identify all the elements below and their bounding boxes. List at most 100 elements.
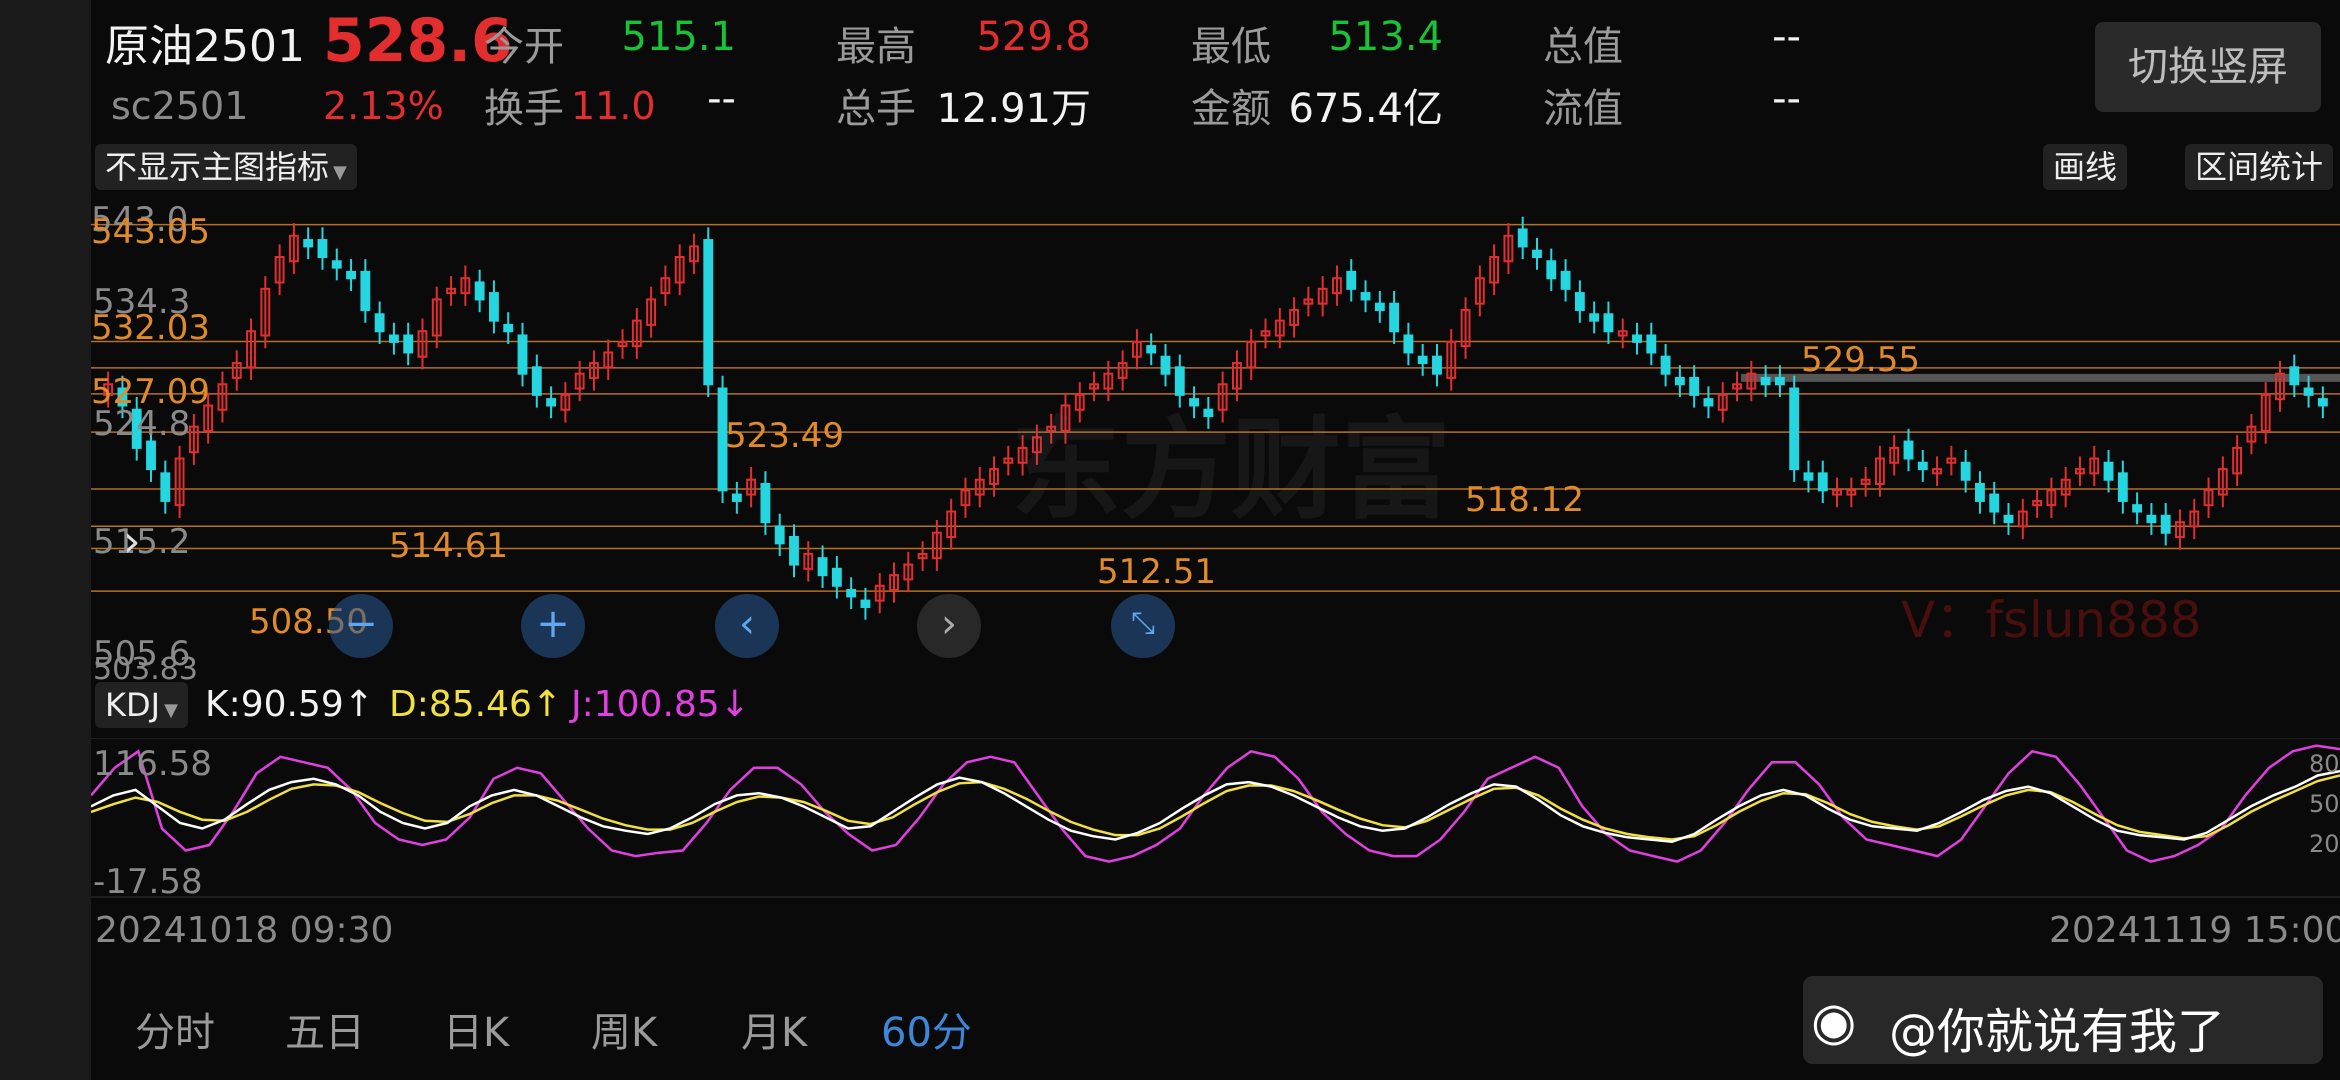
price-label-6: 524.8 xyxy=(93,404,191,444)
period-tab[interactable]: 五日 xyxy=(285,1000,365,1058)
stat-label: 总值 xyxy=(1543,24,1623,70)
kdj-chart[interactable] xyxy=(91,738,2340,898)
candle-body xyxy=(1632,334,1642,343)
candle-body xyxy=(2289,366,2300,386)
stat-label: 流值 xyxy=(1543,86,1623,132)
candle-body xyxy=(1760,376,1771,386)
stat-value: 515.1 xyxy=(621,14,736,60)
candle-body xyxy=(517,334,528,375)
candle-body xyxy=(1146,345,1157,354)
expand-chevron-icon[interactable]: › xyxy=(123,516,141,567)
range-stats-button[interactable]: 区间统计 xyxy=(2185,144,2334,190)
stat-value: 529.8 xyxy=(976,14,1091,60)
candle-body xyxy=(1817,472,1828,492)
candle-body xyxy=(303,239,314,248)
candle-body xyxy=(1403,334,1414,354)
candle-body xyxy=(2317,398,2328,407)
weibo-logo-icon: ◉ xyxy=(1811,992,1857,1052)
candle-body xyxy=(831,567,842,587)
candle-body xyxy=(731,493,742,502)
draw-line-button[interactable]: 画线 xyxy=(2043,144,2128,190)
kdj-d-line xyxy=(91,774,2340,841)
zoom-in-icon[interactable]: + xyxy=(521,594,585,658)
candle-body xyxy=(1603,313,1614,333)
scroll-right-icon[interactable]: › xyxy=(917,594,981,658)
candle-body xyxy=(774,525,785,545)
stat-label: 换手 xyxy=(484,86,564,132)
stat-value: -- xyxy=(1772,14,1801,60)
candle-body xyxy=(2103,461,2114,481)
candle-body xyxy=(1789,387,1800,471)
candle-body xyxy=(374,313,385,333)
candle-body xyxy=(546,398,557,407)
indicator-select-label: 不显示主图指标 xyxy=(105,148,330,186)
candle-body xyxy=(1646,334,1657,354)
collapse-icon[interactable]: ⤡ xyxy=(1111,594,1175,658)
kdj-select-label: KDJ xyxy=(105,686,161,724)
candle-body xyxy=(1989,493,2000,513)
candle-body xyxy=(489,292,499,322)
weibo-handle: @你就说有我了 xyxy=(1889,1004,2226,1060)
stat-label: 最高 xyxy=(836,24,916,70)
stat-value: 12.91万 xyxy=(936,86,1091,132)
kdj-select[interactable]: KDJ ▼ xyxy=(95,682,188,728)
main-panel: 原油2501 528.6 sc2501 2.13% 11.0 今开 515.1 最高… xyxy=(91,0,2340,1080)
candle-body xyxy=(317,239,328,259)
candle-body xyxy=(2117,472,2128,502)
brand-watermark: 东方财富 xyxy=(1011,406,1451,534)
candle-body xyxy=(146,440,156,471)
candle-body xyxy=(789,535,799,566)
candle-body xyxy=(160,472,171,502)
period-tab[interactable]: 月K xyxy=(741,1000,807,1058)
instrument-name: 原油2501 xyxy=(105,21,305,72)
level-label-4: 514.61 xyxy=(389,526,508,566)
candle-body xyxy=(1517,228,1528,248)
kdj-bottom-label: -17.58 xyxy=(93,862,203,902)
candle-body xyxy=(1660,355,1671,375)
zoom-out-icon[interactable]: − xyxy=(329,594,393,658)
stat-label: 今开 xyxy=(484,24,564,70)
candle-body xyxy=(1346,270,1357,290)
kdj-right-label-2: 50 xyxy=(2309,790,2340,818)
stat-label: 金额 xyxy=(1191,86,1271,132)
author-watermark: V：fslun888 xyxy=(1901,591,2202,649)
candle-body xyxy=(703,239,714,386)
level-label-2: 523.49 xyxy=(725,416,844,456)
period-tab[interactable]: 分时 xyxy=(135,1000,215,1058)
kdj-j-value: J:100.85↓ xyxy=(571,684,750,725)
candle-body xyxy=(1703,398,1714,407)
candle-body xyxy=(346,270,356,280)
candle-body xyxy=(1532,249,1542,259)
stat-value: -- xyxy=(707,76,736,122)
period-tab[interactable]: 周K xyxy=(591,1000,657,1058)
chevron-down-icon: ▼ xyxy=(164,700,178,721)
candle-body xyxy=(474,281,485,301)
candle-body xyxy=(1689,376,1700,396)
switch-portrait-button[interactable]: 切换竖屏 xyxy=(2095,22,2321,112)
candle-body xyxy=(1960,461,1971,481)
candle-body xyxy=(503,323,514,333)
stat-value: 513.4 xyxy=(1328,14,1443,60)
scroll-left-icon[interactable]: ‹ xyxy=(715,594,779,658)
candle-body xyxy=(1417,355,1428,365)
candle-body xyxy=(1432,355,1442,375)
indicator-select[interactable]: 不显示主图指标 ▼ xyxy=(95,144,357,190)
candle-body xyxy=(531,366,542,396)
candle-body xyxy=(2146,514,2157,524)
candle-body xyxy=(1374,302,1385,312)
candle-body xyxy=(2003,514,2014,524)
candle-body xyxy=(846,589,857,598)
time-start: 20241018 09:30 xyxy=(95,910,394,951)
candle-body xyxy=(388,334,399,343)
period-tab[interactable]: 60分 xyxy=(881,1000,972,1058)
change-percent: 2.13% xyxy=(323,84,444,128)
kdj-d-value: D:85.46↑ xyxy=(389,684,563,725)
candle-body xyxy=(817,557,828,577)
kdj-right-label-3: 20 xyxy=(2309,830,2340,858)
candle-body xyxy=(1674,376,1685,386)
candle-body xyxy=(1917,461,1928,471)
candle-body xyxy=(360,270,371,312)
candle-body xyxy=(1360,292,1371,301)
candle-body xyxy=(1160,355,1171,375)
period-tab[interactable]: 日K xyxy=(443,1000,509,1058)
